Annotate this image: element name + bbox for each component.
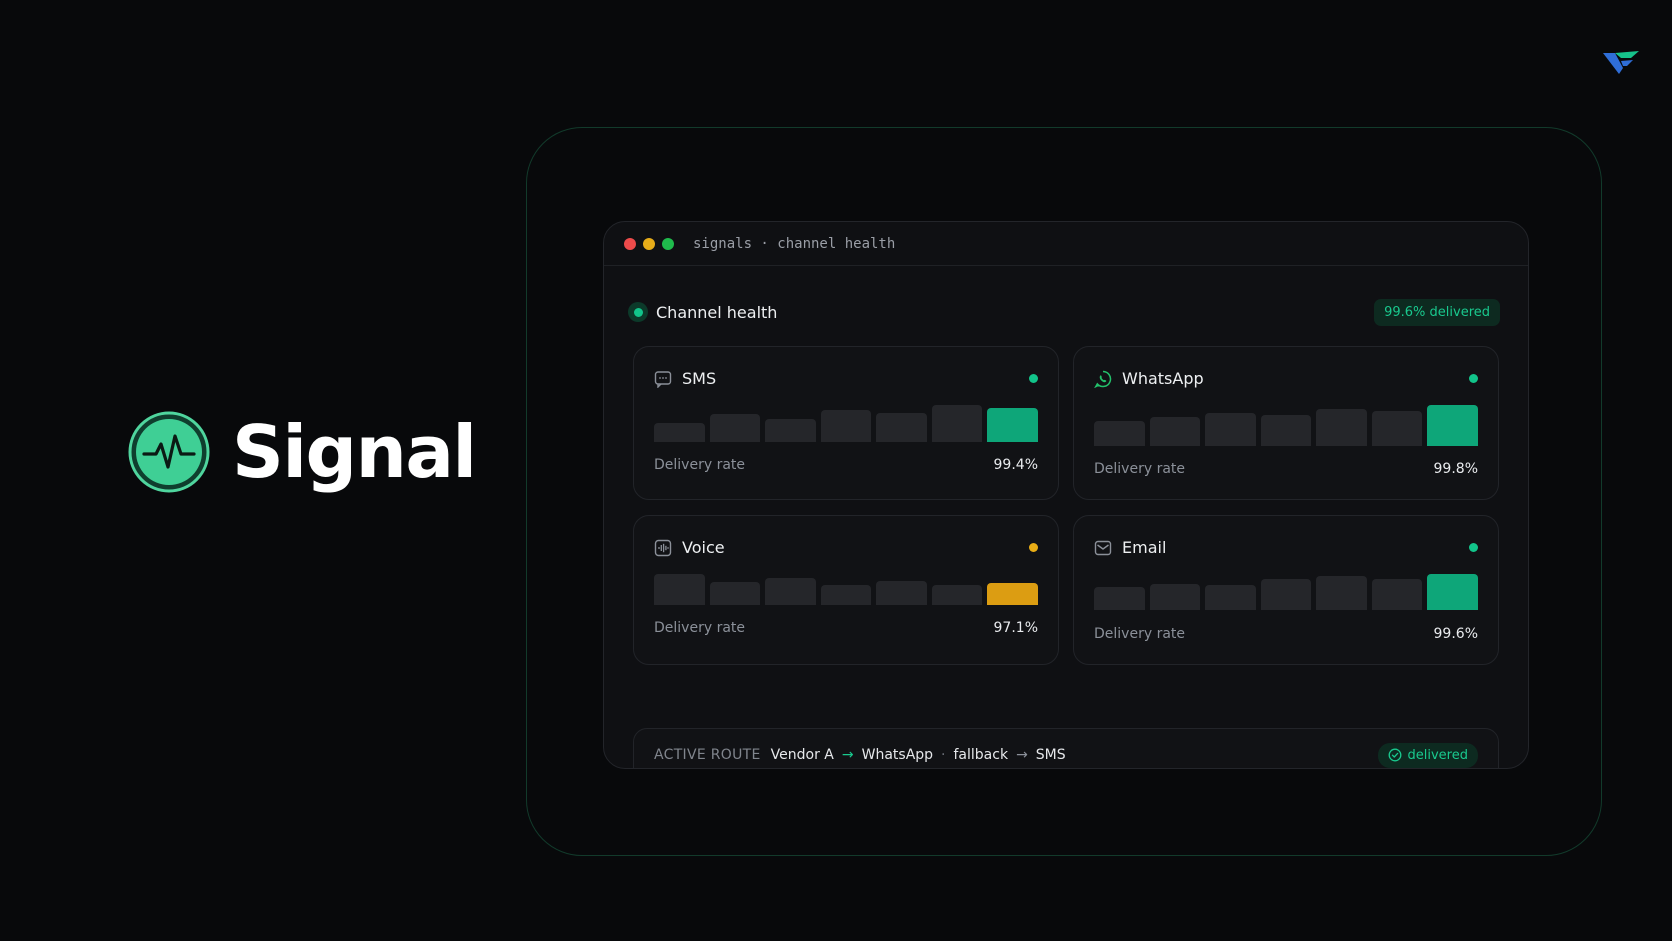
bar <box>1371 411 1423 446</box>
card-header: SMS <box>654 369 1038 388</box>
arrow-right-icon: → <box>1016 747 1028 763</box>
bar-current <box>987 408 1039 442</box>
active-route-bar: ACTIVE ROUTE Vendor A → WhatsApp · fallb… <box>633 728 1499 768</box>
card-header: Voice <box>654 538 1038 557</box>
bar <box>1316 576 1367 610</box>
bar <box>1094 421 1145 446</box>
bar-current <box>987 583 1039 605</box>
status-dot <box>1469 374 1478 383</box>
channel-name: Voice <box>682 538 725 557</box>
card-footer: Delivery rate 99.8% <box>1094 461 1478 477</box>
card-footer: Delivery rate 97.1% <box>654 620 1038 636</box>
channel-health-title: Channel health <box>656 302 778 322</box>
route-label: ACTIVE ROUTE <box>654 747 761 763</box>
route-status-text: delivered <box>1407 747 1468 763</box>
status-dot <box>1029 543 1038 552</box>
bar <box>709 414 761 442</box>
whatsapp-icon <box>1094 370 1112 388</box>
delivered-summary-badge: 99.6% delivered <box>1374 298 1500 326</box>
bar <box>820 410 872 442</box>
bar <box>1260 415 1312 446</box>
close-window-button[interactable] <box>624 237 636 250</box>
bar <box>931 585 983 605</box>
metric-value: 99.8% <box>1433 461 1478 477</box>
delivery-bars <box>654 405 1039 442</box>
pulse-circle-icon <box>128 411 210 493</box>
metric-label: Delivery rate <box>1094 461 1185 477</box>
bar <box>1205 413 1256 446</box>
route-fallback-channel: SMS <box>1035 747 1066 763</box>
card-title-group: Email <box>1094 538 1166 557</box>
check-circle-icon <box>1388 748 1401 762</box>
card-header: WhatsApp <box>1094 369 1478 388</box>
route-vendor: Vendor A <box>770 747 834 763</box>
bar <box>1149 584 1201 610</box>
metric-label: Delivery rate <box>654 457 745 473</box>
card-footer: Delivery rate 99.4% <box>654 457 1038 473</box>
metric-label: Delivery rate <box>1094 626 1185 642</box>
window-titlebar: signals · channel health <box>604 222 1528 266</box>
card-title-group: WhatsApp <box>1094 369 1204 388</box>
waveform-icon <box>654 539 672 556</box>
bar <box>765 578 816 605</box>
bar <box>1205 585 1256 610</box>
card-title-group: Voice <box>654 538 725 557</box>
maximize-window-button[interactable] <box>662 237 674 250</box>
metric-value: 99.4% <box>993 457 1038 473</box>
metric-value: 99.6% <box>1433 626 1478 642</box>
arrow-right-icon: → <box>841 747 854 763</box>
route-path: ACTIVE ROUTE Vendor A → WhatsApp · fallb… <box>654 747 1066 763</box>
card-title-group: SMS <box>654 369 716 388</box>
bar <box>1094 587 1145 610</box>
delivery-bars <box>1094 405 1479 446</box>
channel-card-email[interactable]: Email Delivery rate 99.6% <box>1073 515 1499 665</box>
route-status-badge: delivered <box>1377 742 1478 768</box>
bar <box>876 581 927 605</box>
bar <box>709 582 761 605</box>
health-status-icon <box>628 302 648 322</box>
channel-card-sms[interactable]: SMS Delivery rate 99.4% <box>633 346 1059 500</box>
card-footer: Delivery rate 99.6% <box>1094 626 1478 642</box>
corner-logo-icon <box>1603 51 1639 74</box>
status-dot <box>1469 543 1478 552</box>
app-window: signals · channel health Channel health … <box>603 221 1529 769</box>
channel-card-whatsapp[interactable]: WhatsApp Delivery rate 99.8% <box>1073 346 1499 500</box>
bar <box>1316 409 1367 446</box>
bar <box>654 574 705 605</box>
bar <box>1149 417 1201 446</box>
bar <box>931 405 983 442</box>
delivery-bars <box>1094 574 1479 610</box>
bar <box>1371 579 1423 610</box>
card-header: Email <box>1094 538 1478 557</box>
channel-health-header: Channel health 99.6% delivered <box>628 297 1500 327</box>
message-square-icon <box>654 370 672 388</box>
channel-name: SMS <box>682 369 717 388</box>
delivery-bars <box>654 574 1039 605</box>
minimize-window-button[interactable] <box>643 237 655 250</box>
bar-current <box>1427 574 1479 610</box>
bar <box>876 413 927 442</box>
bar <box>1260 579 1312 610</box>
window-body: Channel health 99.6% delivered SMS Deliv… <box>604 266 1528 768</box>
bar <box>765 419 816 442</box>
route-fallback-label: fallback <box>953 747 1009 763</box>
route-channel: WhatsApp <box>861 747 934 763</box>
mail-icon <box>1094 540 1112 555</box>
channel-name: WhatsApp <box>1122 369 1204 388</box>
separator-dot: · <box>941 747 946 763</box>
bar <box>820 585 872 605</box>
metric-label: Delivery rate <box>654 620 745 636</box>
channel-health-title-group: Channel health <box>628 302 777 322</box>
bar-current <box>1427 405 1479 446</box>
channel-card-voice[interactable]: Voice Delivery rate 97.1% <box>633 515 1059 665</box>
channel-name: Email <box>1122 538 1167 557</box>
window-title: signals · channel health <box>693 235 896 252</box>
status-dot <box>1029 374 1038 383</box>
brand: Signal <box>128 410 477 494</box>
bar <box>654 423 705 442</box>
brand-name: Signal <box>232 410 477 494</box>
metric-value: 97.1% <box>993 620 1038 636</box>
